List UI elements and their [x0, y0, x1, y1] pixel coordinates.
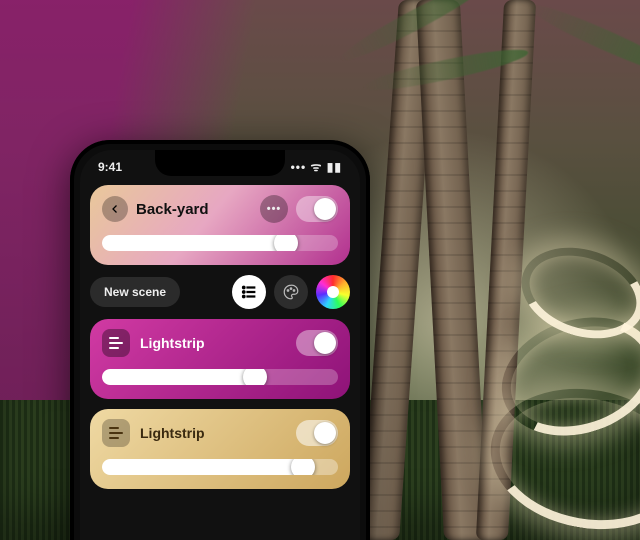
more-button[interactable]: •••	[260, 195, 288, 223]
palette-icon	[282, 283, 300, 301]
product-lifestyle-background: 9:41 ••• ᯤ ▮▮ Back-yard •••	[0, 0, 640, 540]
lightstrip-icon	[102, 419, 130, 447]
phone-notch	[155, 150, 285, 176]
device-power-toggle[interactable]	[296, 330, 338, 356]
app-screen: 9:41 ••• ᯤ ▮▮ Back-yard •••	[80, 150, 360, 540]
status-time: 9:41	[98, 160, 122, 174]
device-card: Lightstrip	[90, 319, 350, 399]
palm-leaf	[523, 0, 640, 84]
device-power-toggle[interactable]	[296, 420, 338, 446]
room-brightness-slider[interactable]	[102, 235, 338, 251]
device-name: Lightstrip	[140, 335, 286, 351]
mode-bar: New scene	[90, 275, 350, 309]
lightstrip-icon	[102, 329, 130, 357]
palette-button[interactable]	[274, 275, 308, 309]
chevron-left-icon	[109, 203, 121, 215]
room-name: Back-yard	[136, 201, 252, 218]
view-scenes-button[interactable]	[232, 275, 266, 309]
back-button[interactable]	[102, 196, 128, 222]
list-icon	[240, 283, 258, 301]
room-power-toggle[interactable]	[296, 196, 338, 222]
device-brightness-slider[interactable]	[102, 369, 338, 385]
device-card: Lightstrip	[90, 409, 350, 489]
room-card: Back-yard •••	[90, 185, 350, 265]
status-indicators: ••• ᯤ ▮▮	[291, 158, 342, 175]
color-wheel-button[interactable]	[316, 275, 350, 309]
phone-frame: 9:41 ••• ᯤ ▮▮ Back-yard •••	[70, 140, 370, 540]
device-name: Lightstrip	[140, 425, 286, 441]
new-scene-button[interactable]: New scene	[90, 277, 180, 307]
device-brightness-slider[interactable]	[102, 459, 338, 475]
